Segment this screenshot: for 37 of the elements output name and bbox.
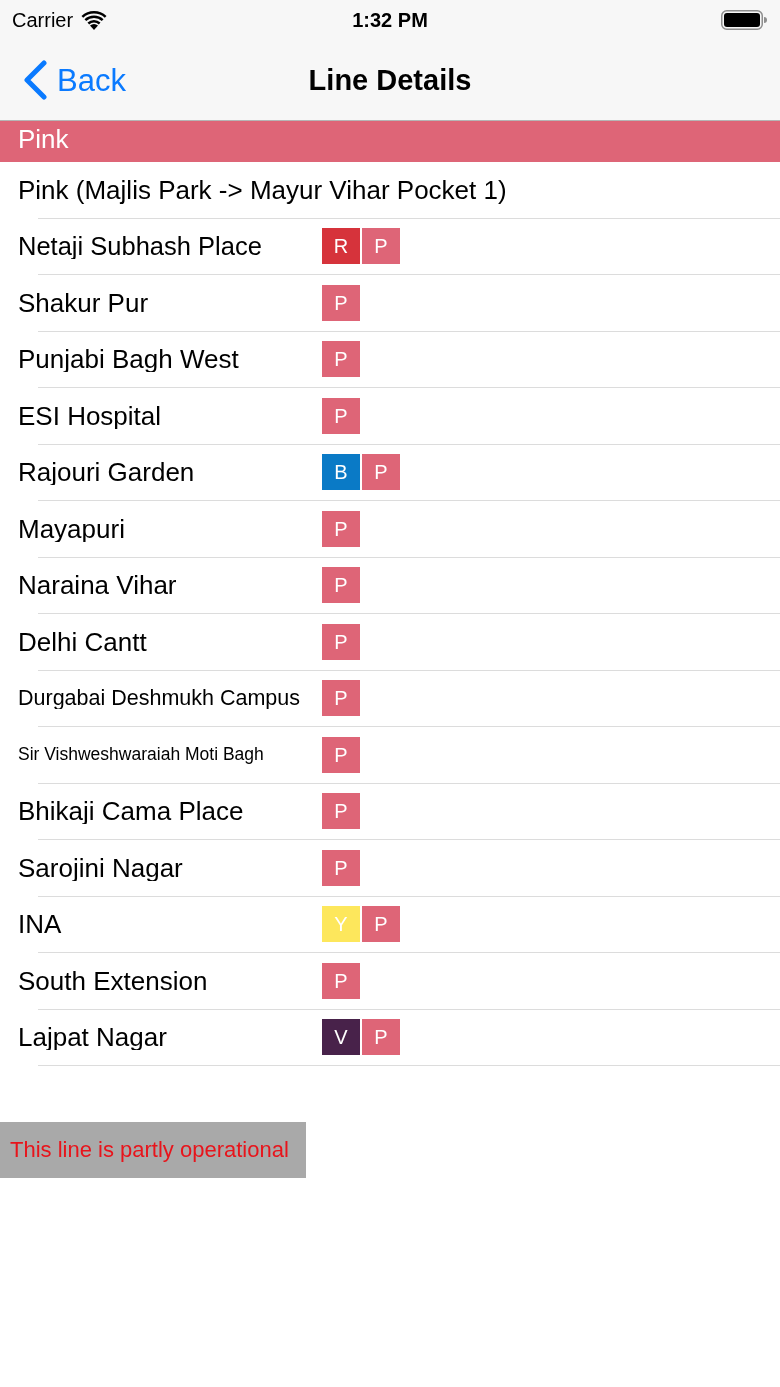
line-code-tag: P	[362, 906, 400, 943]
line-code-tag: P	[322, 849, 360, 886]
station-name: Netaji Subhash Place	[18, 233, 262, 259]
notice-text: This line is partly operational	[10, 1139, 289, 1161]
line-code-tag: V	[322, 1019, 360, 1056]
station-name: Delhi Cantt	[18, 628, 147, 655]
line-code-tag: P	[322, 736, 360, 773]
wifi-icon	[81, 10, 108, 30]
station-name: Durgabai Deshmukh Campus	[18, 687, 301, 709]
screen-title: Line Details	[308, 65, 472, 95]
line-code-tag: P	[322, 623, 360, 660]
line-code-tag: P	[322, 567, 360, 604]
line-code-tag: P	[362, 1019, 400, 1056]
station-name: Sir Vishweshwaraiah Moti Bagh	[18, 746, 264, 764]
chevron-left-icon	[22, 60, 48, 100]
line-code-tag: P	[322, 962, 360, 999]
line-code-tag: R	[322, 228, 360, 265]
line-code-tag: Y	[322, 906, 360, 943]
carrier-label: Carrier	[12, 10, 74, 30]
line-route-title: Pink (Majlis Park -> Mayur Vihar Pocket 1)	[18, 176, 507, 203]
station-name: South Extension	[18, 967, 208, 994]
line-code-tag: P	[322, 284, 360, 321]
line-code-tag: P	[362, 228, 400, 265]
line-code-tag: P	[322, 793, 360, 830]
station-name: Shakur Pur	[18, 289, 149, 316]
line-code-tag: P	[362, 454, 400, 491]
station-name: Naraina Vihar	[18, 572, 177, 599]
station-name: INA	[18, 911, 62, 938]
back-button[interactable]: Back	[22, 60, 126, 100]
line-code-tag: P	[322, 397, 360, 434]
line-code-tag: P	[322, 680, 360, 717]
battery-icon	[721, 10, 767, 30]
section-title: Pink	[18, 125, 69, 152]
line-code-tag: P	[322, 341, 360, 378]
line-code-tag: P	[322, 510, 360, 547]
line-code-tag: B	[322, 454, 360, 491]
status-time: 1:32 PM	[352, 10, 428, 30]
